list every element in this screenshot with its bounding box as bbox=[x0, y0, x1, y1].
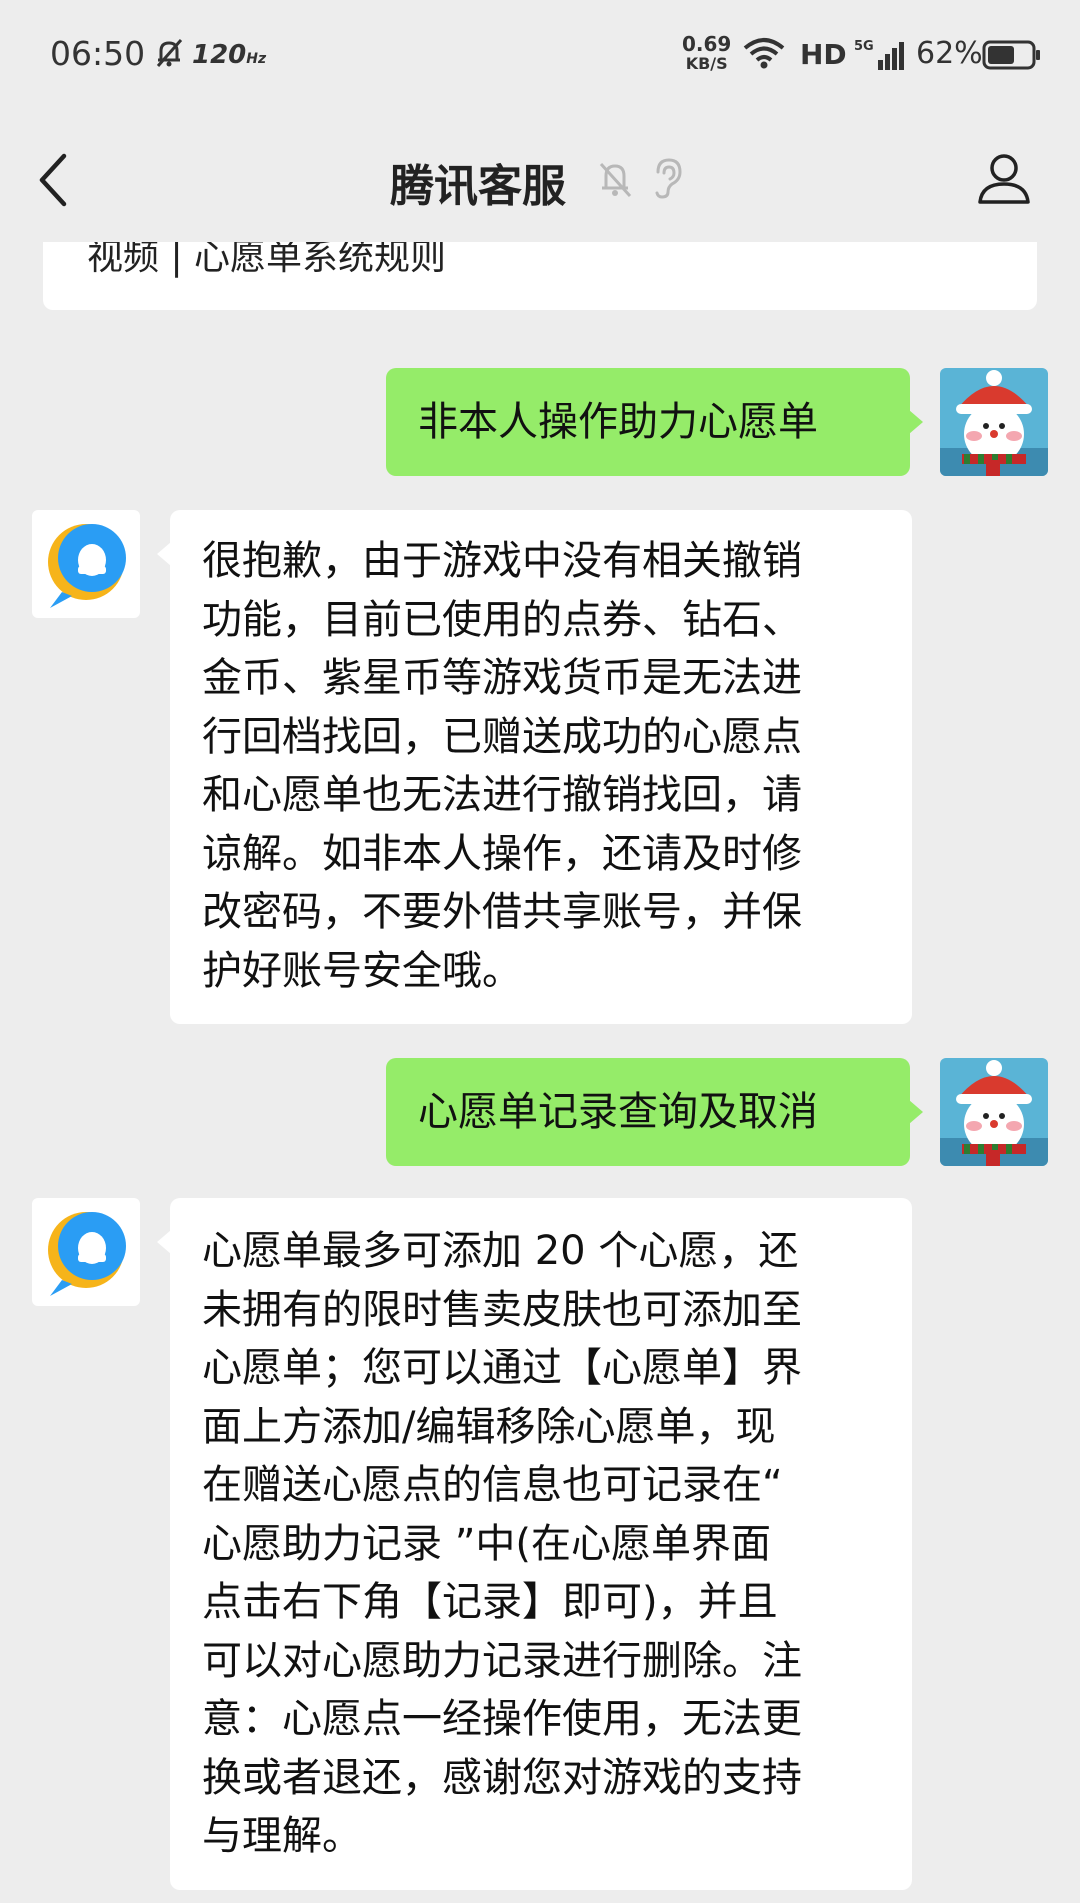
bubble-tail bbox=[157, 542, 171, 566]
svg-text:5G: 5G bbox=[854, 39, 874, 54]
hd-label: HD bbox=[800, 38, 847, 71]
person-icon[interactable] bbox=[976, 150, 1032, 210]
bubble-tail bbox=[909, 410, 923, 434]
status-bar: 06:50 120Hz 0.69 KB/S HD 5G 62% bbox=[0, 0, 1080, 110]
message-text: 很抱歉，由于游戏中没有相关撤销 功能，目前已使用的点券、钻石、 金币、紫星币等游… bbox=[202, 538, 802, 994]
wifi-icon bbox=[742, 36, 786, 74]
message-text: 心愿单记录查询及取消 bbox=[418, 1089, 818, 1135]
bubble-tail bbox=[909, 1100, 923, 1124]
chevron-left-icon[interactable] bbox=[34, 150, 74, 214]
article-card-title: 视频 | 心愿单系统规则 bbox=[87, 242, 447, 278]
signal-icon: 5G bbox=[854, 38, 908, 76]
bubble-tail bbox=[157, 1230, 171, 1254]
service-avatar[interactable] bbox=[32, 510, 140, 618]
ear-icon bbox=[650, 156, 684, 204]
message-text: 非本人操作助力心愿单 bbox=[418, 399, 818, 445]
network-speed: 0.69 KB/S bbox=[682, 32, 732, 73]
service-avatar[interactable] bbox=[32, 1198, 140, 1306]
battery-percent: 62% bbox=[916, 36, 983, 71]
status-time: 06:50 bbox=[50, 34, 146, 73]
outgoing-message-bubble[interactable]: 非本人操作助力心愿单 bbox=[386, 368, 910, 476]
user-avatar[interactable] bbox=[940, 368, 1048, 476]
message-text: 心愿单最多可添加 20 个心愿，还 未拥有的限时售卖皮肤也可添加至 心愿单；您可… bbox=[202, 1228, 802, 1859]
user-avatar[interactable] bbox=[940, 1058, 1048, 1166]
chat-area[interactable]: 视频 | 心愿单系统规则 非本人操作助力心愿单 很抱歉，由于游戏中没有相关撤销 … bbox=[0, 242, 1080, 1903]
outgoing-message-bubble[interactable]: 心愿单记录查询及取消 bbox=[386, 1058, 910, 1166]
bell-off-icon bbox=[152, 36, 186, 74]
incoming-message-bubble[interactable]: 很抱歉，由于游戏中没有相关撤销 功能，目前已使用的点券、钻石、 金币、紫星币等游… bbox=[170, 510, 912, 1024]
battery-icon bbox=[982, 40, 1042, 74]
nav-bar: 腾讯客服 bbox=[0, 110, 1080, 242]
refresh-rate: 120Hz bbox=[192, 40, 267, 70]
article-card[interactable]: 视频 | 心愿单系统规则 bbox=[43, 242, 1037, 310]
incoming-message-bubble[interactable]: 心愿单最多可添加 20 个心愿，还 未拥有的限时售卖皮肤也可添加至 心愿单；您可… bbox=[170, 1198, 912, 1890]
bell-off-icon bbox=[596, 158, 634, 204]
page-title: 腾讯客服 bbox=[390, 161, 566, 212]
